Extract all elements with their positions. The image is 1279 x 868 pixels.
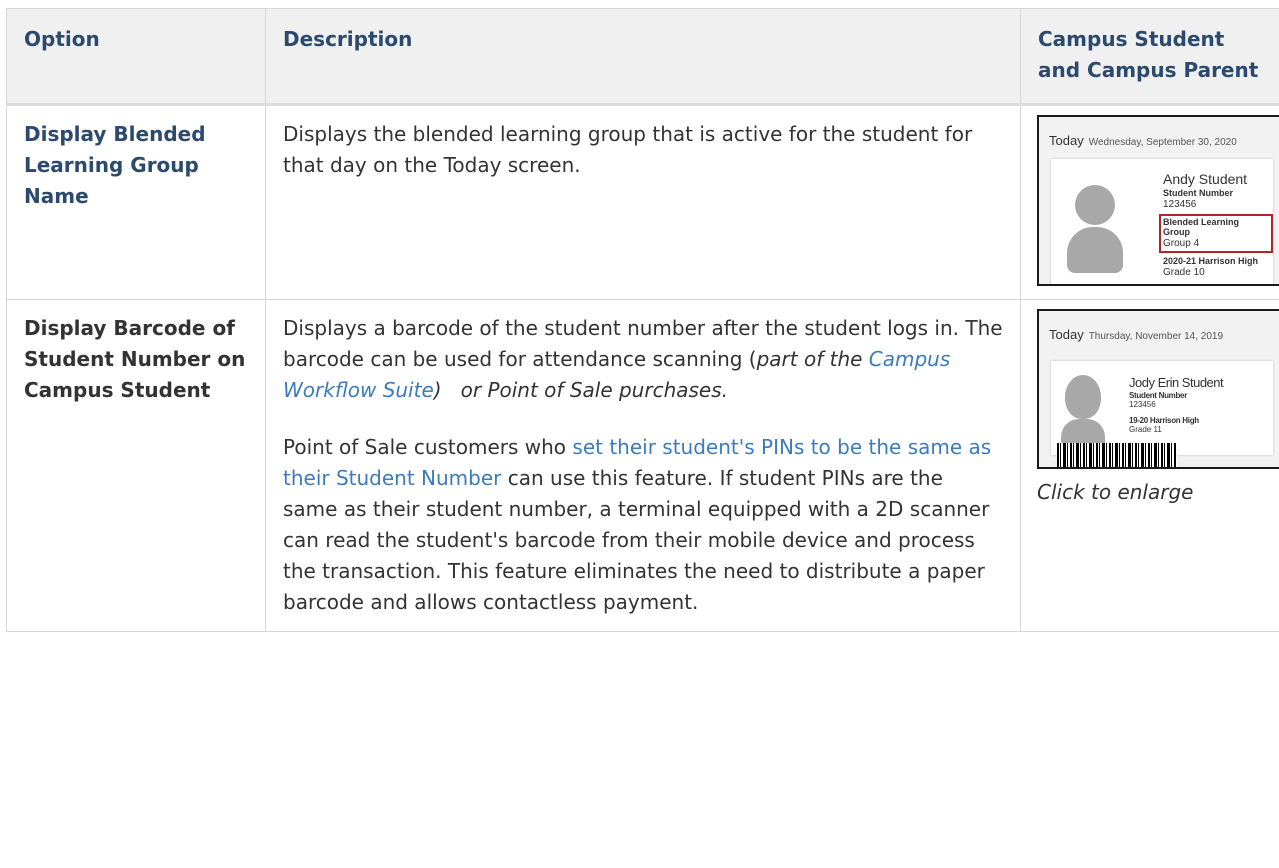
student-card: Jody Erin Student Student Number 123456 … (1051, 361, 1273, 467)
student-info: Andy Student Student Number 123456 Blend… (1159, 171, 1273, 279)
grade: Grade 11 (1129, 425, 1162, 435)
today-header: Today Thursday, November 14, 2019 (1049, 319, 1223, 352)
student-name: Andy Student (1163, 171, 1248, 187)
table-row: Display Blended Learning Group Name Disp… (6, 104, 1279, 300)
student-number: 123456 (1129, 400, 1156, 410)
barcode-image (1057, 443, 1177, 467)
today-label: Today (1049, 327, 1084, 342)
option-name: Display Blended Learning Group Name (6, 104, 266, 300)
header-option: Option (6, 8, 266, 106)
student-name: Jody Erin Student (1129, 375, 1224, 390)
avatar-icon (1067, 185, 1123, 273)
student-number: 123456 (1163, 198, 1197, 210)
enlarge-caption[interactable]: Click to enlarge (1037, 477, 1262, 508)
grade: Grade 10 (1163, 266, 1205, 278)
today-date: Wednesday, September 30, 2020 (1088, 137, 1237, 148)
header-campus: Campus Student and Campus Parent (1020, 8, 1279, 106)
options-table: Option Description Campus Student and Ca… (6, 8, 1279, 632)
student-number-label: Student Number (1163, 187, 1234, 198)
option-description: Displays a barcode of the student number… (265, 299, 1021, 632)
student-info: Jody Erin Student Student Number 123456 … (1129, 375, 1224, 435)
blended-group-highlight: Blended Learning Group Group 4 (1159, 213, 1273, 254)
school-name: 2020-21 Harrison High (1163, 256, 1259, 267)
today-screen-thumbnail[interactable]: Today Wednesday, September 30, 2020 Andy … (1037, 115, 1279, 286)
description-italic: part of the (756, 347, 869, 371)
description-text: Displays the blended learning group that… (283, 122, 973, 177)
screenshot-cell: Today Wednesday, September 30, 2020 Andy … (1020, 104, 1279, 300)
header-row: Option Description Campus Student and Ca… (6, 8, 1279, 106)
today-label: Today (1049, 133, 1084, 148)
description-paragraph: Displays a barcode of the student number… (283, 313, 1003, 406)
description-text: ) or Point of Sale purchases. (433, 378, 729, 402)
blended-group-label: Blended Learning Group (1163, 216, 1240, 238)
page: Option Description Campus Student and Ca… (0, 0, 1279, 868)
description-paragraph: Point of Sale customers who set their st… (283, 432, 1003, 618)
header-description: Description (265, 8, 1021, 106)
student-number-label: Student Number (1129, 390, 1188, 400)
table-row: Display Barcode of Student Number on Cam… (6, 299, 1279, 632)
blended-group-value: Group 4 (1163, 238, 1200, 250)
barcode-screen-thumbnail[interactable]: Today Thursday, November 14, 2019 Jody Er… (1037, 309, 1279, 469)
option-description: Displays the blended learning group that… (265, 104, 1021, 300)
today-header: Today Wednesday, September 30, 2020 (1049, 125, 1237, 158)
student-card: Andy Student Student Number 123456 Blend… (1051, 159, 1273, 284)
school-name: 19-20 Harrison High (1129, 415, 1199, 425)
screenshot-cell: Today Thursday, November 14, 2019 Jody Er… (1020, 299, 1279, 632)
option-name: Display Barcode of Student Number on Cam… (6, 299, 266, 632)
today-date: Thursday, November 14, 2019 (1088, 331, 1224, 342)
description-text: Point of Sale customers who (283, 435, 573, 459)
